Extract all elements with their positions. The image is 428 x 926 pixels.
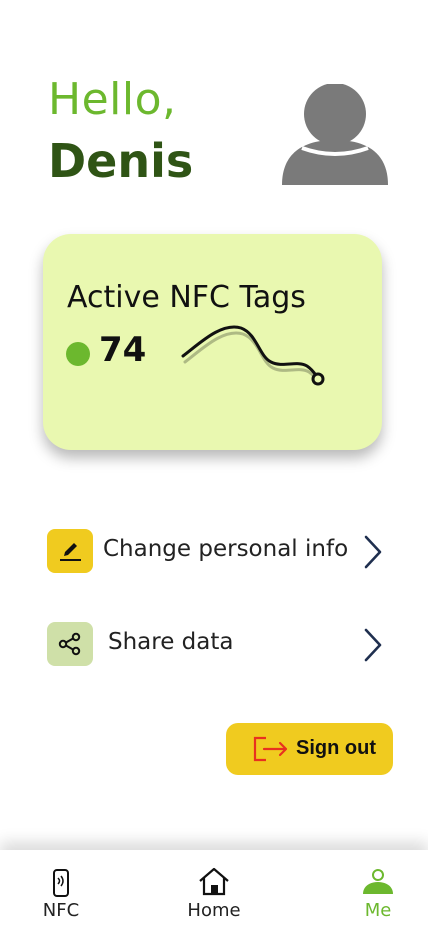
share-data-label: Share data xyxy=(108,629,234,655)
sign-out-label: Sign out xyxy=(296,737,376,759)
phone-nfc-icon xyxy=(53,869,69,897)
home-icon xyxy=(199,867,229,896)
trend-line-icon xyxy=(181,325,325,386)
user-icon xyxy=(363,869,393,894)
nav-label-nfc: NFC xyxy=(42,900,80,921)
avatar[interactable] xyxy=(280,83,390,188)
status-dot xyxy=(66,342,90,366)
share-data-row[interactable]: Share data xyxy=(47,622,392,668)
change-personal-info-label: Change personal info xyxy=(103,536,349,562)
active-nfc-tags-card[interactable]: Active NFC Tags 74 xyxy=(43,234,382,450)
active-tags-title: Active NFC Tags xyxy=(67,280,306,315)
sign-out-button[interactable]: Sign out xyxy=(226,723,393,775)
share-icon xyxy=(47,622,93,666)
nav-item-nfc[interactable]: NFC xyxy=(6,850,116,926)
bottom-nav: NFC Home Me xyxy=(0,850,428,926)
greeting-name: Denis xyxy=(48,134,194,188)
nav-label-home: Home xyxy=(187,900,241,921)
nav-item-me[interactable]: Me xyxy=(323,850,428,926)
logout-icon xyxy=(253,736,288,762)
greeting-hello: Hello, xyxy=(48,74,177,125)
nav-label-me: Me xyxy=(364,900,392,921)
chevron-right-icon xyxy=(364,628,382,662)
edit-icon xyxy=(47,529,93,573)
chevron-right-icon xyxy=(364,535,382,569)
user-icon xyxy=(282,83,388,185)
change-personal-info-row[interactable]: Change personal info xyxy=(47,529,392,575)
nav-item-home[interactable]: Home xyxy=(159,850,269,926)
active-tags-count: 74 xyxy=(99,330,147,370)
